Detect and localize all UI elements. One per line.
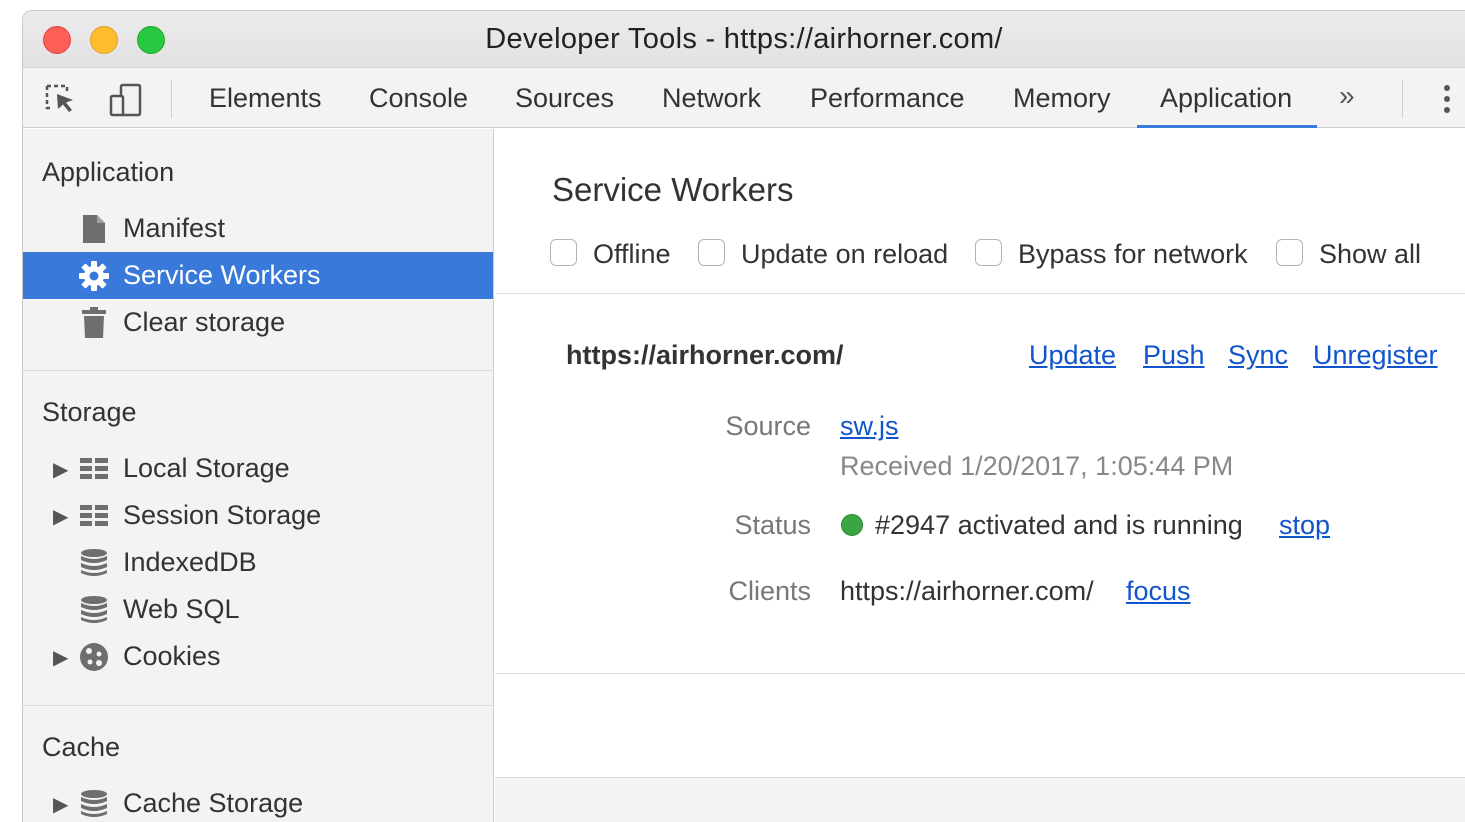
received-timestamp: Received 1/20/2017, 1:05:44 PM: [840, 451, 1234, 481]
sidebar-item-cookies[interactable]: ▶ Cookies: [23, 633, 493, 680]
toolbar-divider: [171, 80, 172, 118]
panel-header: Service Workers Offline Update on reload…: [495, 129, 1465, 294]
checkbox-label: Bypass for network: [1018, 239, 1248, 269]
panel-footer-area: [495, 777, 1465, 822]
service-worker-entry: https://airhorner.com/ Update Push Sync …: [495, 294, 1465, 674]
status-text: #2947 activated and is running: [875, 510, 1243, 540]
expand-arrow-icon[interactable]: ▶: [53, 792, 68, 817]
tab-elements[interactable]: Elements: [209, 68, 322, 128]
update-link[interactable]: Update: [1029, 340, 1116, 371]
file-icon: [83, 215, 105, 243]
worker-origin: https://airhorner.com/: [566, 340, 844, 370]
sidebar-item-web-sql[interactable]: Web SQL: [23, 586, 493, 633]
checkbox-box[interactable]: [975, 239, 1002, 266]
sidebar-item-session-storage[interactable]: ▶ Session Storage: [23, 492, 493, 539]
checkbox-box[interactable]: [698, 239, 725, 266]
sidebar-section-storage: Storage: [42, 397, 137, 427]
sidebar-section-cache: Cache: [42, 732, 121, 762]
sidebar-item-label: Cookies: [123, 641, 221, 671]
kebab-menu-icon[interactable]: [1435, 82, 1459, 116]
trash-icon: [82, 307, 106, 338]
tab-application[interactable]: Application: [1136, 68, 1318, 128]
grid-icon: [80, 458, 108, 479]
client-url: https://airhorner.com/: [840, 576, 1094, 606]
device-toolbar-icon[interactable]: [108, 82, 144, 118]
more-tabs-button[interactable]: »: [1339, 68, 1355, 128]
database-icon: [81, 790, 107, 817]
database-icon: [81, 549, 107, 576]
source-file-link[interactable]: sw.js: [840, 411, 899, 442]
sidebar-section-application: Application: [42, 157, 175, 187]
gear-icon: [79, 261, 109, 291]
title-bar: Developer Tools - https://airhorner.com/: [23, 11, 1465, 68]
sidebar-item-clear-storage[interactable]: Clear storage: [23, 299, 493, 346]
sidebar-item-service-workers[interactable]: Service Workers: [23, 252, 493, 299]
sidebar-item-local-storage[interactable]: ▶ Local Storage: [23, 445, 493, 492]
cookie-icon: [80, 643, 108, 671]
sidebar-item-manifest[interactable]: Manifest: [23, 205, 493, 252]
unregister-link[interactable]: Unregister: [1313, 340, 1438, 371]
sidebar-item-label: IndexedDB: [123, 547, 257, 577]
sidebar: Application Manifest Service Workers Cle…: [23, 129, 494, 822]
checkbox-label: Update on reload: [741, 239, 949, 269]
sidebar-item-indexeddb[interactable]: IndexedDB: [23, 539, 493, 586]
sidebar-item-label: Clear storage: [123, 307, 286, 337]
tab-console[interactable]: Console: [369, 68, 468, 128]
checkbox-label: Show all: [1319, 239, 1422, 269]
sidebar-item-label: Session Storage: [123, 500, 322, 530]
page-title: Service Workers: [552, 171, 794, 208]
grid-icon: [80, 505, 108, 526]
service-workers-panel: Service Workers Offline Update on reload…: [495, 129, 1465, 822]
devtools-window: Developer Tools - https://airhorner.com/…: [22, 10, 1465, 822]
sidebar-item-label: Web SQL: [123, 594, 240, 624]
tab-sources[interactable]: Sources: [515, 68, 614, 128]
expand-arrow-icon[interactable]: ▶: [53, 504, 68, 529]
sidebar-item-label: Cache Storage: [123, 788, 304, 818]
checkbox-box[interactable]: [1276, 239, 1303, 266]
tab-network[interactable]: Network: [662, 68, 761, 128]
focus-link[interactable]: focus: [1126, 576, 1191, 607]
status-indicator-icon: [841, 514, 863, 536]
sidebar-item-label: Local Storage: [123, 453, 290, 483]
checkbox-box[interactable]: [550, 239, 577, 266]
tab-memory[interactable]: Memory: [1013, 68, 1111, 128]
window-title: Developer Tools - https://airhorner.com/: [485, 23, 1003, 55]
sync-link[interactable]: Sync: [1228, 340, 1288, 371]
status-label: Status: [734, 510, 811, 540]
devtools-toolbar: Elements Console Sources Network Perform…: [23, 68, 1465, 128]
clients-label: Clients: [728, 576, 811, 606]
sidebar-divider: [23, 370, 493, 371]
sidebar-item-cache-storage[interactable]: ▶ Cache Storage: [23, 780, 493, 822]
stop-link[interactable]: stop: [1279, 510, 1330, 541]
database-icon: [81, 596, 107, 623]
sidebar-item-label: Service Workers: [123, 260, 321, 290]
toolbar-divider-right: [1402, 80, 1403, 118]
sidebar-item-label: Manifest: [123, 213, 226, 243]
expand-arrow-icon[interactable]: ▶: [53, 645, 68, 670]
source-label: Source: [725, 411, 811, 441]
expand-arrow-icon[interactable]: ▶: [53, 457, 68, 482]
sidebar-divider: [23, 705, 493, 706]
inspect-element-icon[interactable]: [43, 82, 79, 118]
push-link[interactable]: Push: [1143, 340, 1205, 371]
tab-performance[interactable]: Performance: [810, 68, 965, 128]
checkbox-label: Offline: [593, 239, 671, 269]
